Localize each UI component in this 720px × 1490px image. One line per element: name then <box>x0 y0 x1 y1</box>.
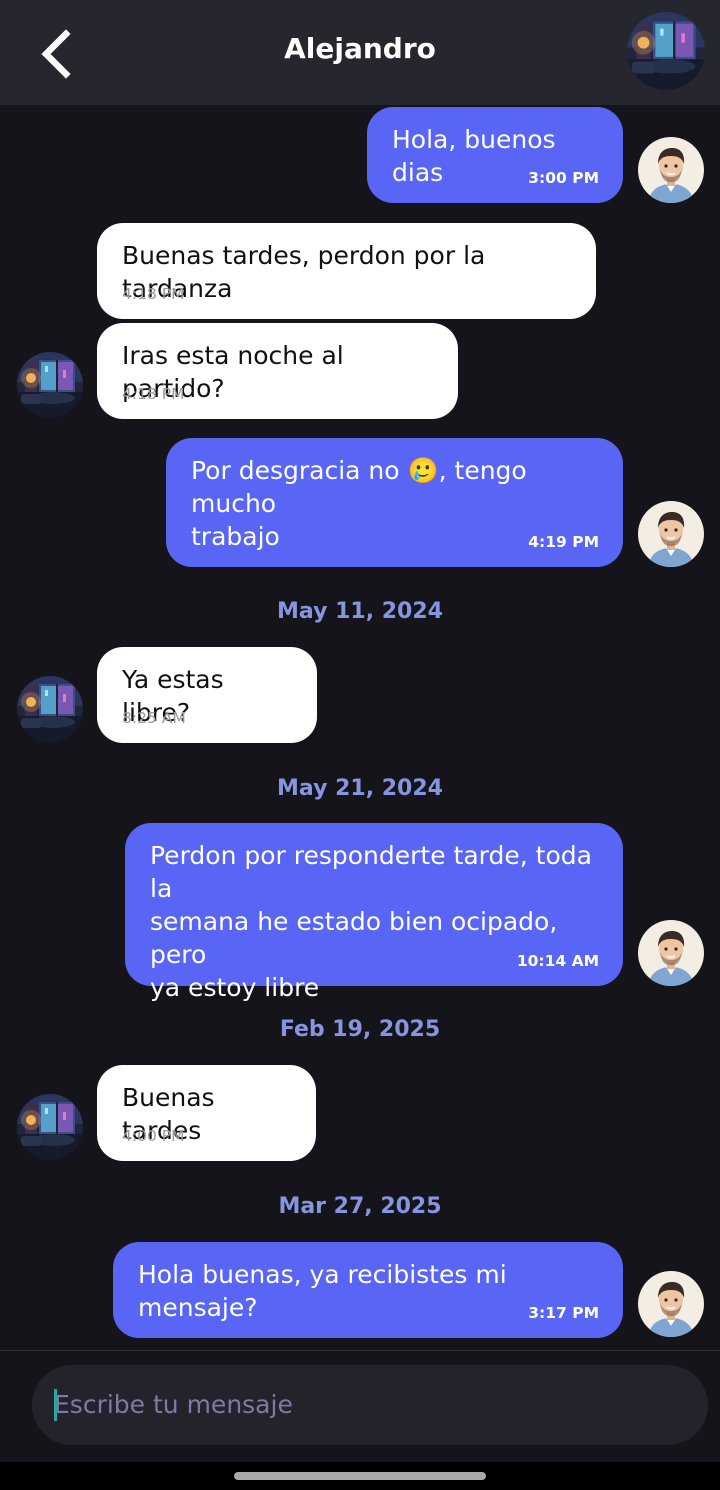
contact-avatar-image <box>627 12 705 90</box>
message-input-placeholder: Escribe tu mensaje <box>54 1390 293 1419</box>
message-bubble-received[interactable]: Buenas tardes 4:00 PM <box>97 1065 316 1161</box>
contact-avatar[interactable] <box>627 12 705 90</box>
contact-message-avatar <box>17 676 83 742</box>
message-time: 8:25 AM <box>122 709 186 727</box>
user-avatar <box>638 920 704 986</box>
message-input[interactable]: Escribe tu mensaje <box>32 1365 708 1445</box>
message-composer: Escribe tu mensaje <box>0 1350 720 1462</box>
message-time: 10:14 AM <box>516 952 599 970</box>
message-bubble-received[interactable]: Buenas tardes, perdon por la tardanza 4:… <box>97 223 596 319</box>
contact-message-avatar <box>17 1094 83 1160</box>
chat-screen: Alejandro Hola, buenos dias 3:00 PM Buen… <box>0 0 720 1490</box>
contact-name: Alejandro <box>284 32 436 65</box>
user-avatar <box>638 1271 704 1337</box>
chat-header: Alejandro <box>0 0 720 105</box>
message-time: 4:00 PM <box>122 1127 185 1145</box>
user-avatar-image <box>638 1271 704 1337</box>
user-avatar-image <box>638 501 704 567</box>
message-text: Perdon por responderte tarde, toda la se… <box>150 841 592 1002</box>
message-bubble-sent[interactable]: Perdon por responderte tarde, toda la se… <box>125 823 623 1002</box>
message-bubble-sent[interactable]: Por desgracia no 🥲, tengo mucho trabajo … <box>166 438 623 567</box>
contact-avatar-image <box>17 1094 83 1160</box>
user-avatar <box>638 137 704 203</box>
message-time: 3:00 PM <box>528 169 599 187</box>
message-bubble-sent[interactable]: Hola buenas, ya recibistes mi mensaje? 3… <box>113 1242 623 1338</box>
text-caret <box>54 1389 57 1421</box>
user-avatar <box>638 501 704 567</box>
system-nav-bar <box>0 1462 720 1490</box>
home-gesture-handle[interactable] <box>234 1472 486 1480</box>
user-avatar-image <box>638 920 704 986</box>
contact-message-avatar <box>17 352 83 418</box>
date-separator: May 11, 2024 <box>277 599 443 624</box>
contact-avatar-image <box>17 676 83 742</box>
message-time: 4:18 PM <box>122 385 185 403</box>
message-time: 4:18 PM <box>122 285 185 303</box>
date-separator: Mar 27, 2025 <box>278 1194 442 1219</box>
message-bubble-sent[interactable]: Hola, buenos dias 3:00 PM <box>367 107 623 203</box>
message-text: Buenas tardes, perdon por la tardanza <box>122 241 486 303</box>
message-bubble-received[interactable]: Iras esta noche al partido? 4:18 PM <box>97 323 458 419</box>
contact-avatar-image <box>17 352 83 418</box>
date-separator: May 21, 2024 <box>277 776 443 801</box>
date-separator: Feb 19, 2025 <box>279 1017 441 1042</box>
message-bubble-received[interactable]: Ya estas libre? 8:25 AM <box>97 647 317 743</box>
user-avatar-image <box>638 137 704 203</box>
message-time: 4:19 PM <box>528 533 599 551</box>
message-time: 3:17 PM <box>528 1304 599 1322</box>
